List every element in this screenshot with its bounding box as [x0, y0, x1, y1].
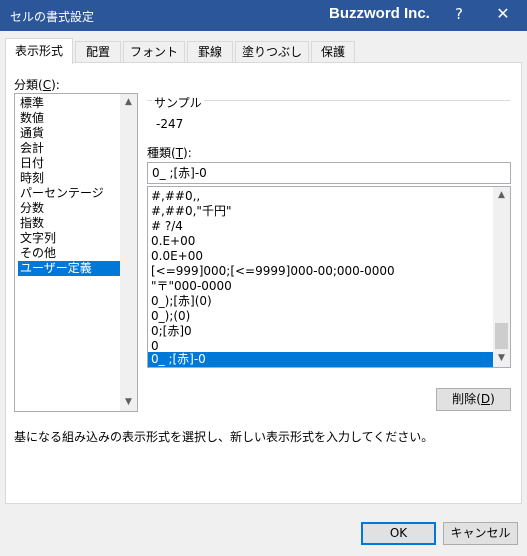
tab-border[interactable]: 罫線: [187, 41, 233, 63]
description-text: 基になる組み込みの表示形式を選択し、新しい表示形式を入力してください。: [14, 430, 434, 444]
help-icon[interactable]: ?: [449, 5, 469, 25]
sample-value: -247: [156, 117, 184, 131]
category-label: 分類(C):: [14, 78, 60, 92]
tab-font[interactable]: フォント: [123, 41, 185, 63]
tab-alignment[interactable]: 配置: [75, 41, 121, 63]
category-item[interactable]: パーセンテージ: [18, 186, 120, 201]
scroll-up-arrow-icon[interactable]: ▲: [120, 94, 137, 111]
category-item[interactable]: 会計: [18, 141, 120, 156]
format-item[interactable]: # ?/4: [148, 219, 493, 234]
window-title: セルの書式設定: [10, 10, 95, 24]
scroll-up-arrow-icon[interactable]: ▲: [493, 187, 510, 204]
delete-button[interactable]: 削除(D): [436, 388, 511, 411]
format-item[interactable]: 0_);(0): [148, 309, 493, 324]
close-icon[interactable]: ✕: [492, 4, 514, 26]
category-item[interactable]: 標準: [18, 96, 120, 111]
format-item[interactable]: #,##0,,: [148, 189, 493, 204]
tab-number-format[interactable]: 表示形式: [5, 38, 73, 64]
category-list[interactable]: 標準 数値 通貨 会計 日付 時刻 パーセンテージ 分数 指数 文字列 その他 …: [14, 93, 138, 412]
title-bar: セルの書式設定 Buzzword Inc. ? ✕: [0, 0, 527, 31]
category-item[interactable]: その他: [18, 246, 120, 261]
category-item-selected[interactable]: ユーザー定義: [18, 261, 120, 276]
tab-fill[interactable]: 塗りつぶし: [235, 41, 309, 63]
brand-label: Buzzword Inc.: [329, 5, 430, 22]
format-item[interactable]: "〒"000-0000: [148, 279, 493, 294]
type-label: 種類(T):: [147, 146, 192, 160]
format-list[interactable]: #,##0,, #,##0,"千円" # ?/4 0.E+00 0.0E+00 …: [147, 186, 511, 368]
category-item[interactable]: 文字列: [18, 231, 120, 246]
tab-protection[interactable]: 保護: [311, 41, 355, 63]
category-item[interactable]: 分数: [18, 201, 120, 216]
category-item[interactable]: 日付: [18, 156, 120, 171]
format-item[interactable]: [<=999]000;[<=9999]000-00;000-0000: [148, 264, 493, 279]
ok-button[interactable]: OK: [361, 522, 436, 545]
scroll-thumb[interactable]: [495, 323, 508, 349]
format-item[interactable]: 0;[赤]0: [148, 324, 493, 339]
format-item[interactable]: 0_);[赤](0): [148, 294, 493, 309]
format-scrollbar[interactable]: ▲ ▼: [493, 187, 510, 367]
category-item[interactable]: 指数: [18, 216, 120, 231]
sample-label: サンプル: [152, 94, 204, 111]
scroll-down-arrow-icon[interactable]: ▼: [493, 350, 510, 367]
cancel-button[interactable]: キャンセル: [443, 522, 518, 545]
format-item[interactable]: 0.E+00: [148, 234, 493, 249]
format-item-selected[interactable]: 0_ ;[赤]-0: [148, 352, 493, 367]
scroll-down-arrow-icon[interactable]: ▼: [120, 394, 137, 411]
format-item[interactable]: #,##0,"千円": [148, 204, 493, 219]
format-item[interactable]: 0.0E+00: [148, 249, 493, 264]
category-item[interactable]: 数値: [18, 111, 120, 126]
category-item[interactable]: 通貨: [18, 126, 120, 141]
category-scrollbar[interactable]: ▲ ▼: [120, 94, 137, 411]
category-item[interactable]: 時刻: [18, 171, 120, 186]
format-code-input[interactable]: 0_ ;[赤]-0: [147, 162, 511, 184]
